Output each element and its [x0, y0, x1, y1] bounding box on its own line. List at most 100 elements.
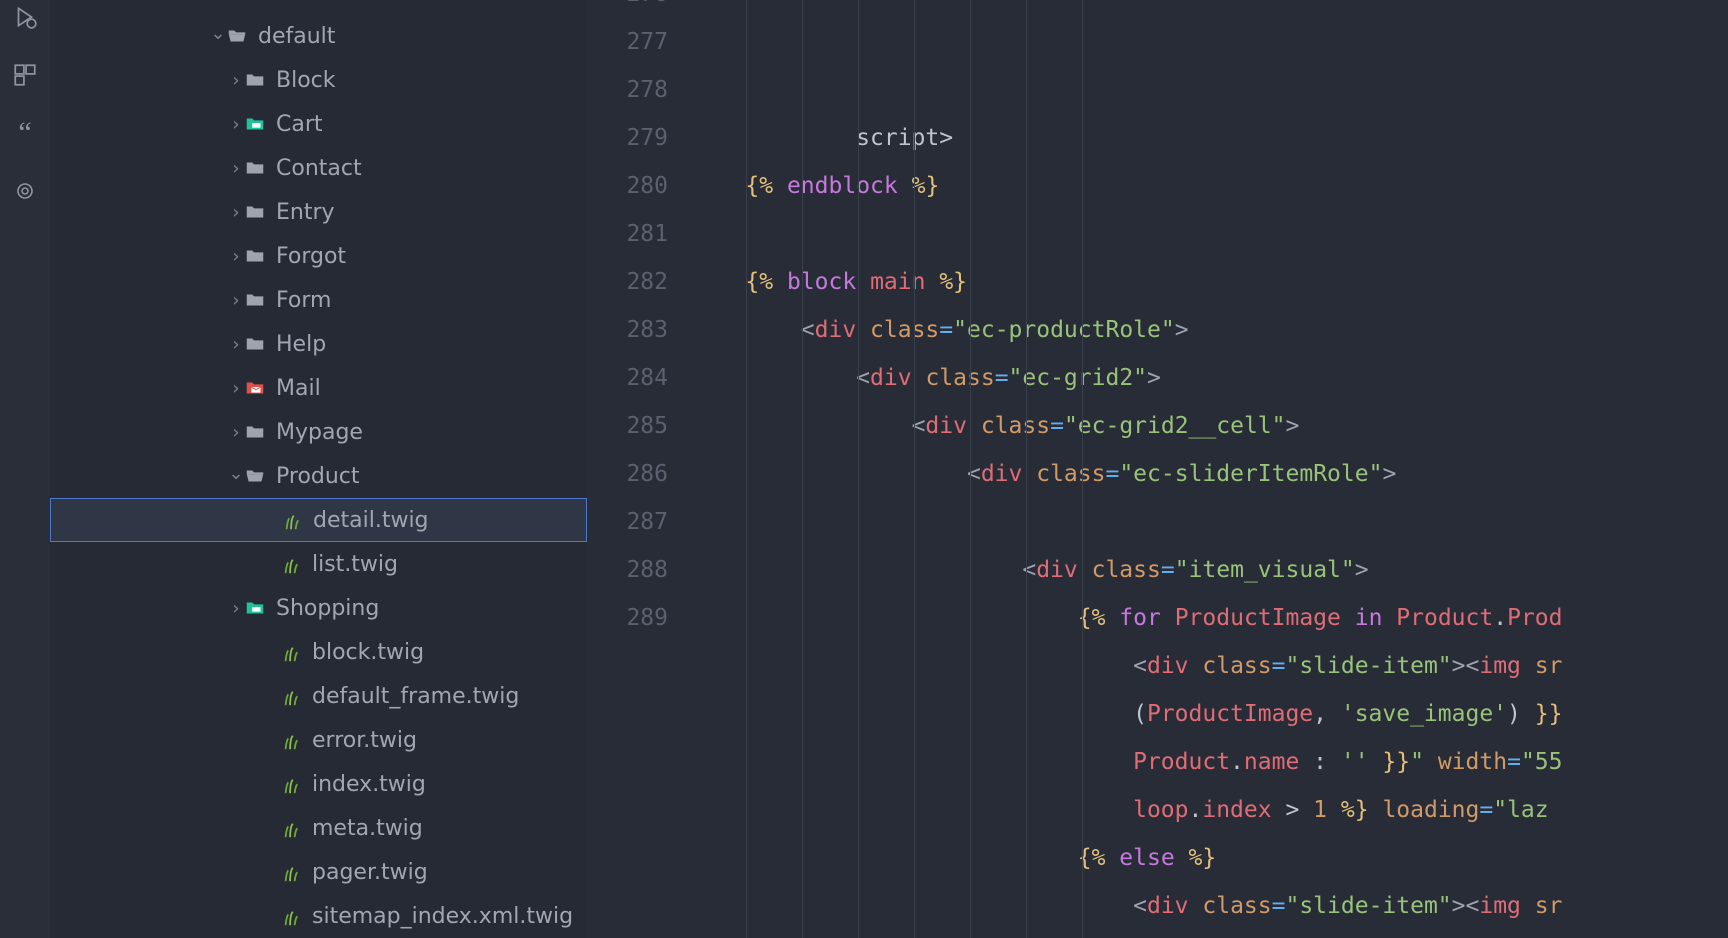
twig-file-icon	[280, 861, 302, 883]
code-line[interactable]	[690, 210, 1728, 258]
ai-icon[interactable]	[11, 177, 39, 205]
folder-entry[interactable]: Entry	[50, 190, 587, 234]
line-number: 280	[587, 162, 668, 210]
line-number: 287	[587, 498, 668, 546]
line-number: 278	[587, 66, 668, 114]
tree-label: Help	[276, 332, 326, 357]
folder-icon	[244, 157, 266, 179]
file-index-twig[interactable]: index.twig	[50, 762, 587, 806]
tree-label: Entry	[276, 200, 335, 225]
code-line[interactable]: {% else %}	[690, 834, 1728, 882]
file-list-twig[interactable]: list.twig	[50, 542, 587, 586]
tree-label: block.twig	[312, 640, 424, 665]
line-number: 279	[587, 114, 668, 162]
tree-label: default	[258, 24, 335, 49]
tree-label: Forgot	[276, 244, 346, 269]
tree-label: index.twig	[312, 772, 426, 797]
twig-file-icon	[280, 773, 302, 795]
folder-mail[interactable]: Mail	[50, 366, 587, 410]
activity-bar: “	[0, 0, 50, 938]
file-error-twig[interactable]: error.twig	[50, 718, 587, 762]
code-line[interactable]: (ProductImage, 'save_image') }}	[690, 690, 1728, 738]
file-meta-twig[interactable]: meta.twig	[50, 806, 587, 850]
tree-label: Mail	[276, 376, 321, 401]
run-icon[interactable]	[11, 3, 39, 31]
code-line[interactable]: {% for ProductImage in Product.Prod	[690, 594, 1728, 642]
line-number: 284	[587, 354, 668, 402]
code-line[interactable]: <div class="ec-grid2__cell">	[690, 402, 1728, 450]
tree-label: default_frame.twig	[312, 684, 519, 709]
folder-contact[interactable]: Contact	[50, 146, 587, 190]
line-number: 277	[587, 18, 668, 66]
code-line[interactable]: <div class="ec-productRole">	[690, 306, 1728, 354]
chevron-right-icon	[228, 70, 244, 91]
twig-file-icon	[281, 509, 303, 531]
tree-label: sitemap_index.xml.twig	[312, 904, 573, 929]
chevron-right-icon	[228, 378, 244, 399]
tree-label: Block	[276, 68, 336, 93]
file-sitemap-index-xml-twig[interactable]: sitemap_index.xml.twig	[50, 894, 587, 938]
folder-product[interactable]: Product	[50, 454, 587, 498]
tree-label: Form	[276, 288, 331, 313]
tree-label: Mypage	[276, 420, 363, 445]
folder-help[interactable]: Help	[50, 322, 587, 366]
chevron-right-icon	[228, 598, 244, 619]
line-number: 285	[587, 402, 668, 450]
tree-label: meta.twig	[312, 816, 423, 841]
code-line[interactable]: <div class="ec-grid2">	[690, 354, 1728, 402]
tree-label: error.twig	[312, 728, 417, 753]
folder-shopping[interactable]: Shopping	[50, 586, 587, 630]
folder-default[interactable]: default	[50, 14, 587, 58]
code-line[interactable]: no_image_product, 'save_image')	[690, 930, 1728, 938]
folder-form[interactable]: Form	[50, 278, 587, 322]
file-default-frame-twig[interactable]: default_frame.twig	[50, 674, 587, 718]
twig-file-icon	[280, 553, 302, 575]
extensions-icon[interactable]	[11, 61, 39, 89]
folder-icon	[226, 25, 248, 47]
folder-cart[interactable]: Cart	[50, 102, 587, 146]
folder-icon	[244, 333, 266, 355]
folder-icon	[244, 245, 266, 267]
folder-block[interactable]: Block	[50, 58, 587, 102]
file-block-twig[interactable]: block.twig	[50, 630, 587, 674]
chevron-right-icon	[228, 334, 244, 355]
file-pager-twig[interactable]: pager.twig	[50, 850, 587, 894]
tree-label: list.twig	[312, 552, 398, 577]
gutter: 2762772782792802812822832842852862872882…	[587, 0, 690, 938]
line-number: 286	[587, 450, 668, 498]
chevron-right-icon	[228, 290, 244, 311]
folder-forgot[interactable]: Forgot	[50, 234, 587, 278]
code-line[interactable]: {% block main %}	[690, 258, 1728, 306]
code-line[interactable]: <div class="item_visual">	[690, 546, 1728, 594]
code-line[interactable]: <div class="slide-item"><img sr	[690, 642, 1728, 690]
folder-icon	[244, 289, 266, 311]
tree-label: Product	[276, 464, 360, 489]
file-explorer: default Block Cart Contact Entry Forgot Form He…	[50, 0, 587, 938]
chevron-down-icon	[228, 466, 244, 487]
chevron-right-icon	[228, 246, 244, 267]
file-detail-twig[interactable]: detail.twig	[50, 498, 587, 542]
code-line[interactable]: loop.index > 1 %} loading="laz	[690, 786, 1728, 834]
line-number: 276	[587, 0, 668, 18]
tree-label: Contact	[276, 156, 362, 181]
code-line[interactable]: script>	[690, 114, 1728, 162]
twig-file-icon	[280, 641, 302, 663]
twig-file-icon	[280, 905, 302, 927]
folder-icon	[244, 377, 266, 399]
code-line[interactable]: <div class="ec-sliderItemRole">	[690, 450, 1728, 498]
chevron-down-icon	[210, 26, 226, 47]
tree-label: pager.twig	[312, 860, 428, 885]
twig-file-icon	[280, 685, 302, 707]
quote-icon[interactable]: “	[11, 119, 39, 147]
code-area[interactable]: script> {% endblock %} {% block main %} …	[690, 0, 1728, 938]
code-line[interactable]	[690, 498, 1728, 546]
chevron-right-icon	[228, 422, 244, 443]
tree-label: detail.twig	[313, 508, 429, 533]
chevron-right-icon	[228, 114, 244, 135]
folder-icon	[244, 597, 266, 619]
folder-mypage[interactable]: Mypage	[50, 410, 587, 454]
code-line[interactable]: Product.name : '' }}" width="55	[690, 738, 1728, 786]
code-line[interactable]: {% endblock %}	[690, 162, 1728, 210]
code-editor[interactable]: 2762772782792802812822832842852862872882…	[587, 0, 1728, 938]
code-line[interactable]: <div class="slide-item"><img sr	[690, 882, 1728, 930]
